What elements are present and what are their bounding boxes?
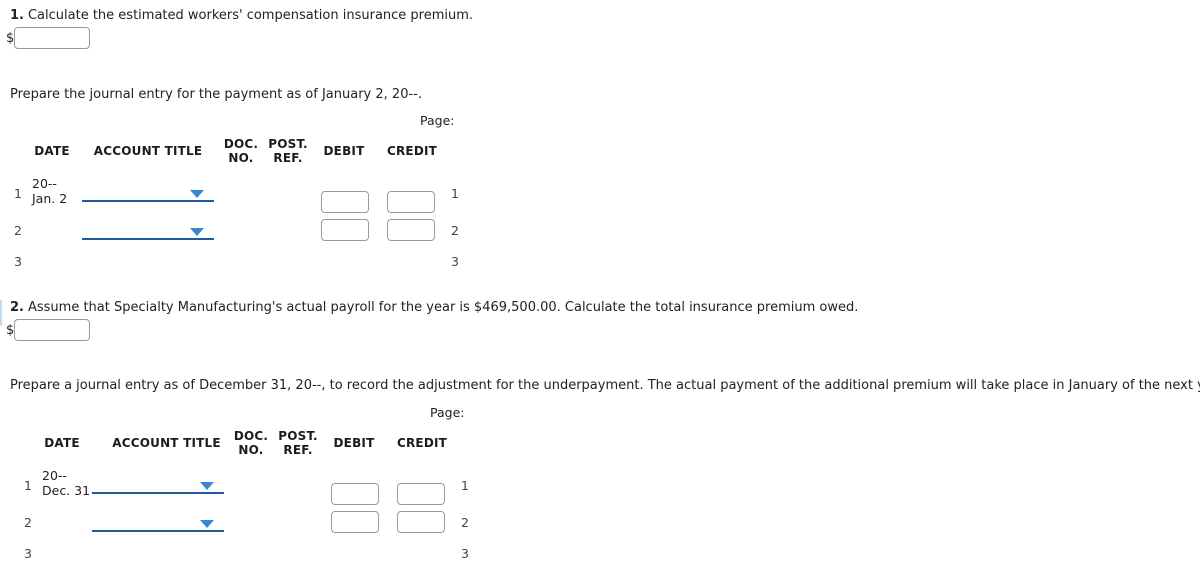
- journal-1-row-1-date: 20-- Jan. 2: [32, 176, 67, 206]
- question-2-answer-row: $: [6, 319, 91, 341]
- journal-1-header-doc-no-line1: DOC.: [223, 137, 259, 151]
- question-1-answer-input[interactable]: [14, 27, 91, 49]
- journal-1-row-2-number-left: 2: [14, 223, 22, 238]
- journal-2-header-post-ref-line2: REF.: [283, 443, 313, 457]
- scroll-edge-indicator: [0, 300, 3, 326]
- journal-1-row-1-number-right: 1: [451, 186, 459, 201]
- question-2-answer-input[interactable]: [14, 319, 91, 341]
- journal-2-header-credit: CREDIT: [396, 436, 448, 450]
- journal-1-row-3-number-right: 3: [451, 254, 459, 269]
- journal-1-header-date: DATE: [34, 144, 70, 158]
- chevron-down-icon: [200, 482, 214, 490]
- dropdown-underline: [82, 200, 214, 202]
- question-2-text: Assume that Specialty Manufacturing's ac…: [27, 300, 859, 315]
- journal-1-row-2-number-right: 2: [451, 223, 459, 238]
- journal-1-page-label: Page:: [420, 113, 455, 128]
- journal-2-row-1-number-right: 1: [461, 478, 469, 493]
- journal-1-row-2-debit-input[interactable]: [321, 219, 369, 241]
- question-2-number: 2.: [10, 300, 24, 315]
- journal-table-1: Page: DATE ACCOUNT TITLE DOC. NO. POST. …: [0, 110, 500, 270]
- journal-1-header-credit: CREDIT: [386, 144, 438, 158]
- journal-2-page-label: Page:: [430, 405, 465, 420]
- journal-2-instruction: Prepare a journal entry as of December 3…: [10, 378, 1200, 393]
- journal-2-row-1-date: 20-- Dec. 31: [42, 468, 90, 498]
- dollar-sign: $: [6, 322, 15, 338]
- chevron-down-icon: [190, 190, 204, 198]
- journal-2-header-doc-no-line1: DOC.: [233, 429, 269, 443]
- journal-1-header-doc-no: DOC. NO.: [219, 137, 263, 165]
- journal-1-row-1-credit-input[interactable]: [387, 191, 435, 213]
- journal-2-row-2-debit-input[interactable]: [331, 511, 379, 533]
- journal-2-header-date: DATE: [44, 436, 80, 450]
- journal-1-instruction: Prepare the journal entry for the paymen…: [10, 87, 422, 102]
- journal-2-row-1-credit-input[interactable]: [397, 483, 445, 505]
- journal-1-row-2-account-title-dropdown[interactable]: [82, 220, 214, 240]
- journal-2-row-1-date-line1: 20--: [42, 468, 67, 483]
- journal-2-header-doc-no: DOC. NO.: [229, 429, 273, 457]
- journal-1-header-debit: DEBIT: [323, 144, 365, 158]
- journal-1-header-doc-no-line2: NO.: [228, 151, 254, 165]
- journal-2-row-3-number-right: 3: [461, 546, 469, 561]
- dropdown-underline: [92, 530, 224, 532]
- journal-2-header-account-title: ACCOUNT TITLE: [112, 436, 221, 450]
- journal-1-header-post-ref-line1: POST.: [268, 137, 308, 151]
- question-1-answer-row: $: [6, 27, 91, 49]
- question-1-prompt: 1. Calculate the estimated workers' compe…: [10, 8, 473, 24]
- journal-2-row-1-date-line2: Dec. 31: [42, 483, 91, 498]
- journal-2-header-post-ref-line1: POST.: [278, 429, 318, 443]
- journal-1-row-3-number-left: 3: [14, 254, 22, 269]
- journal-2-row-1-account-title-dropdown[interactable]: [92, 474, 224, 494]
- journal-2-row-2-account-title-dropdown[interactable]: [92, 512, 224, 532]
- dollar-sign: $: [6, 30, 15, 46]
- journal-2-row-1-number-left: 1: [24, 478, 32, 493]
- journal-1-row-1-date-line2: Jan. 2: [32, 191, 68, 206]
- journal-2-row-1-debit-input[interactable]: [331, 483, 379, 505]
- journal-1-row-1-debit-input[interactable]: [321, 191, 369, 213]
- chevron-down-icon: [190, 228, 204, 236]
- chevron-down-icon: [200, 520, 214, 528]
- journal-1-row-2-credit-input[interactable]: [387, 219, 435, 241]
- question-1-number: 1.: [10, 8, 24, 23]
- journal-2-header-post-ref: POST. REF.: [274, 429, 322, 457]
- journal-2-header-debit: DEBIT: [333, 436, 375, 450]
- journal-2-row-2-number-right: 2: [461, 515, 469, 530]
- journal-1-header-post-ref: POST. REF.: [264, 137, 312, 165]
- journal-1-row-1-number-left: 1: [14, 186, 22, 201]
- journal-2-row-2-credit-input[interactable]: [397, 511, 445, 533]
- journal-2-row-2-number-left: 2: [24, 515, 32, 530]
- journal-2-row-3-number-left: 3: [24, 546, 32, 561]
- journal-1-header-post-ref-line2: REF.: [273, 151, 303, 165]
- dropdown-underline: [92, 492, 224, 494]
- journal-table-2: Page: DATE ACCOUNT TITLE DOC. NO. POST. …: [10, 402, 520, 562]
- journal-2-header-doc-no-line2: NO.: [238, 443, 264, 457]
- journal-1-header-account-title: ACCOUNT TITLE: [93, 144, 203, 158]
- journal-1-row-1-date-line1: 20--: [32, 176, 57, 191]
- question-2-prompt: 2. Assume that Specialty Manufacturing's …: [10, 300, 858, 316]
- question-1-text: Calculate the estimated workers' compens…: [27, 8, 474, 23]
- dropdown-underline: [82, 238, 214, 240]
- journal-1-row-1-account-title-dropdown[interactable]: [82, 182, 214, 202]
